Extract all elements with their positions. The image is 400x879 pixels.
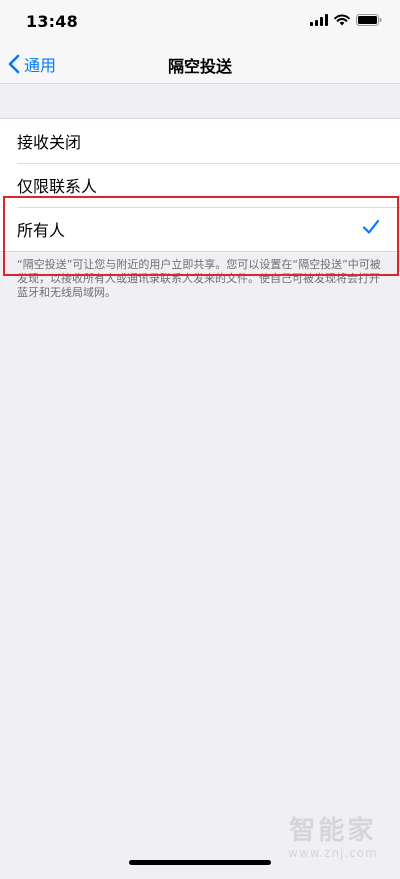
status-icons — [310, 14, 382, 26]
airdrop-options-list: 接收关闭 仅限联系人 所有人 — [0, 118, 400, 252]
option-label: 仅限联系人 — [17, 177, 98, 196]
page-title: 隔空投送 — [167, 57, 232, 76]
battery-icon — [356, 14, 382, 26]
airdrop-description: “隔空投送”可让您与附近的用户立即共享。您可以设置在“隔空投送”中可被发现，以接… — [17, 258, 381, 299]
option-label: 接收关闭 — [17, 133, 82, 152]
option-label: 所有人 — [17, 221, 66, 240]
checkmark-icon — [362, 219, 380, 234]
watermark-url: www.znj.com — [288, 846, 378, 860]
home-indicator[interactable] — [129, 860, 271, 865]
watermark-title: 智能家 — [289, 816, 377, 846]
watermark: 智能家 www.znj.com — [288, 816, 378, 860]
wifi-icon — [334, 14, 350, 26]
option-receiving-off[interactable]: 接收关闭 — [0, 119, 400, 163]
status-bar: 13:48 — [0, 0, 400, 44]
option-contacts-only[interactable]: 仅限联系人 — [0, 163, 400, 207]
signal-icon — [310, 14, 328, 26]
status-time: 13:48 — [26, 12, 78, 31]
option-everyone[interactable]: 所有人 — [0, 207, 400, 251]
navigation-bar: 通用 隔空投送 — [0, 44, 400, 84]
